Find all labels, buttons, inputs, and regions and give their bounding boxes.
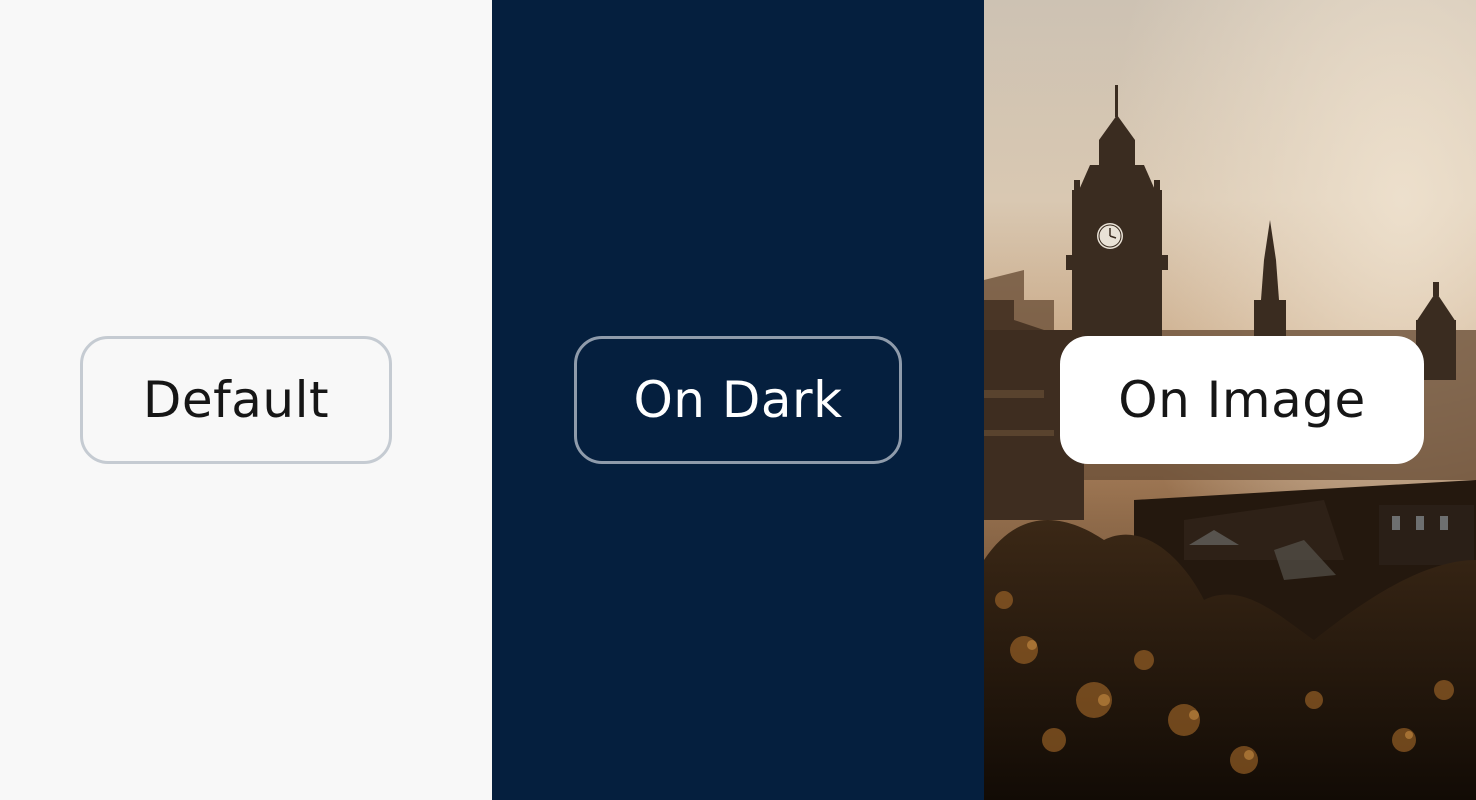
default-button-label: Default	[142, 371, 330, 429]
default-button[interactable]: Default	[80, 336, 392, 464]
button-variants-showcase: Default On Dark On Image	[0, 0, 1476, 800]
image-panel: On Image	[984, 0, 1476, 800]
on-image-button-label: On Image	[1118, 371, 1366, 429]
on-dark-button-label: On Dark	[633, 371, 843, 429]
dark-panel: On Dark	[492, 0, 984, 800]
default-panel: Default	[0, 0, 492, 800]
on-dark-button[interactable]: On Dark	[574, 336, 902, 464]
on-image-button[interactable]: On Image	[1060, 336, 1424, 464]
